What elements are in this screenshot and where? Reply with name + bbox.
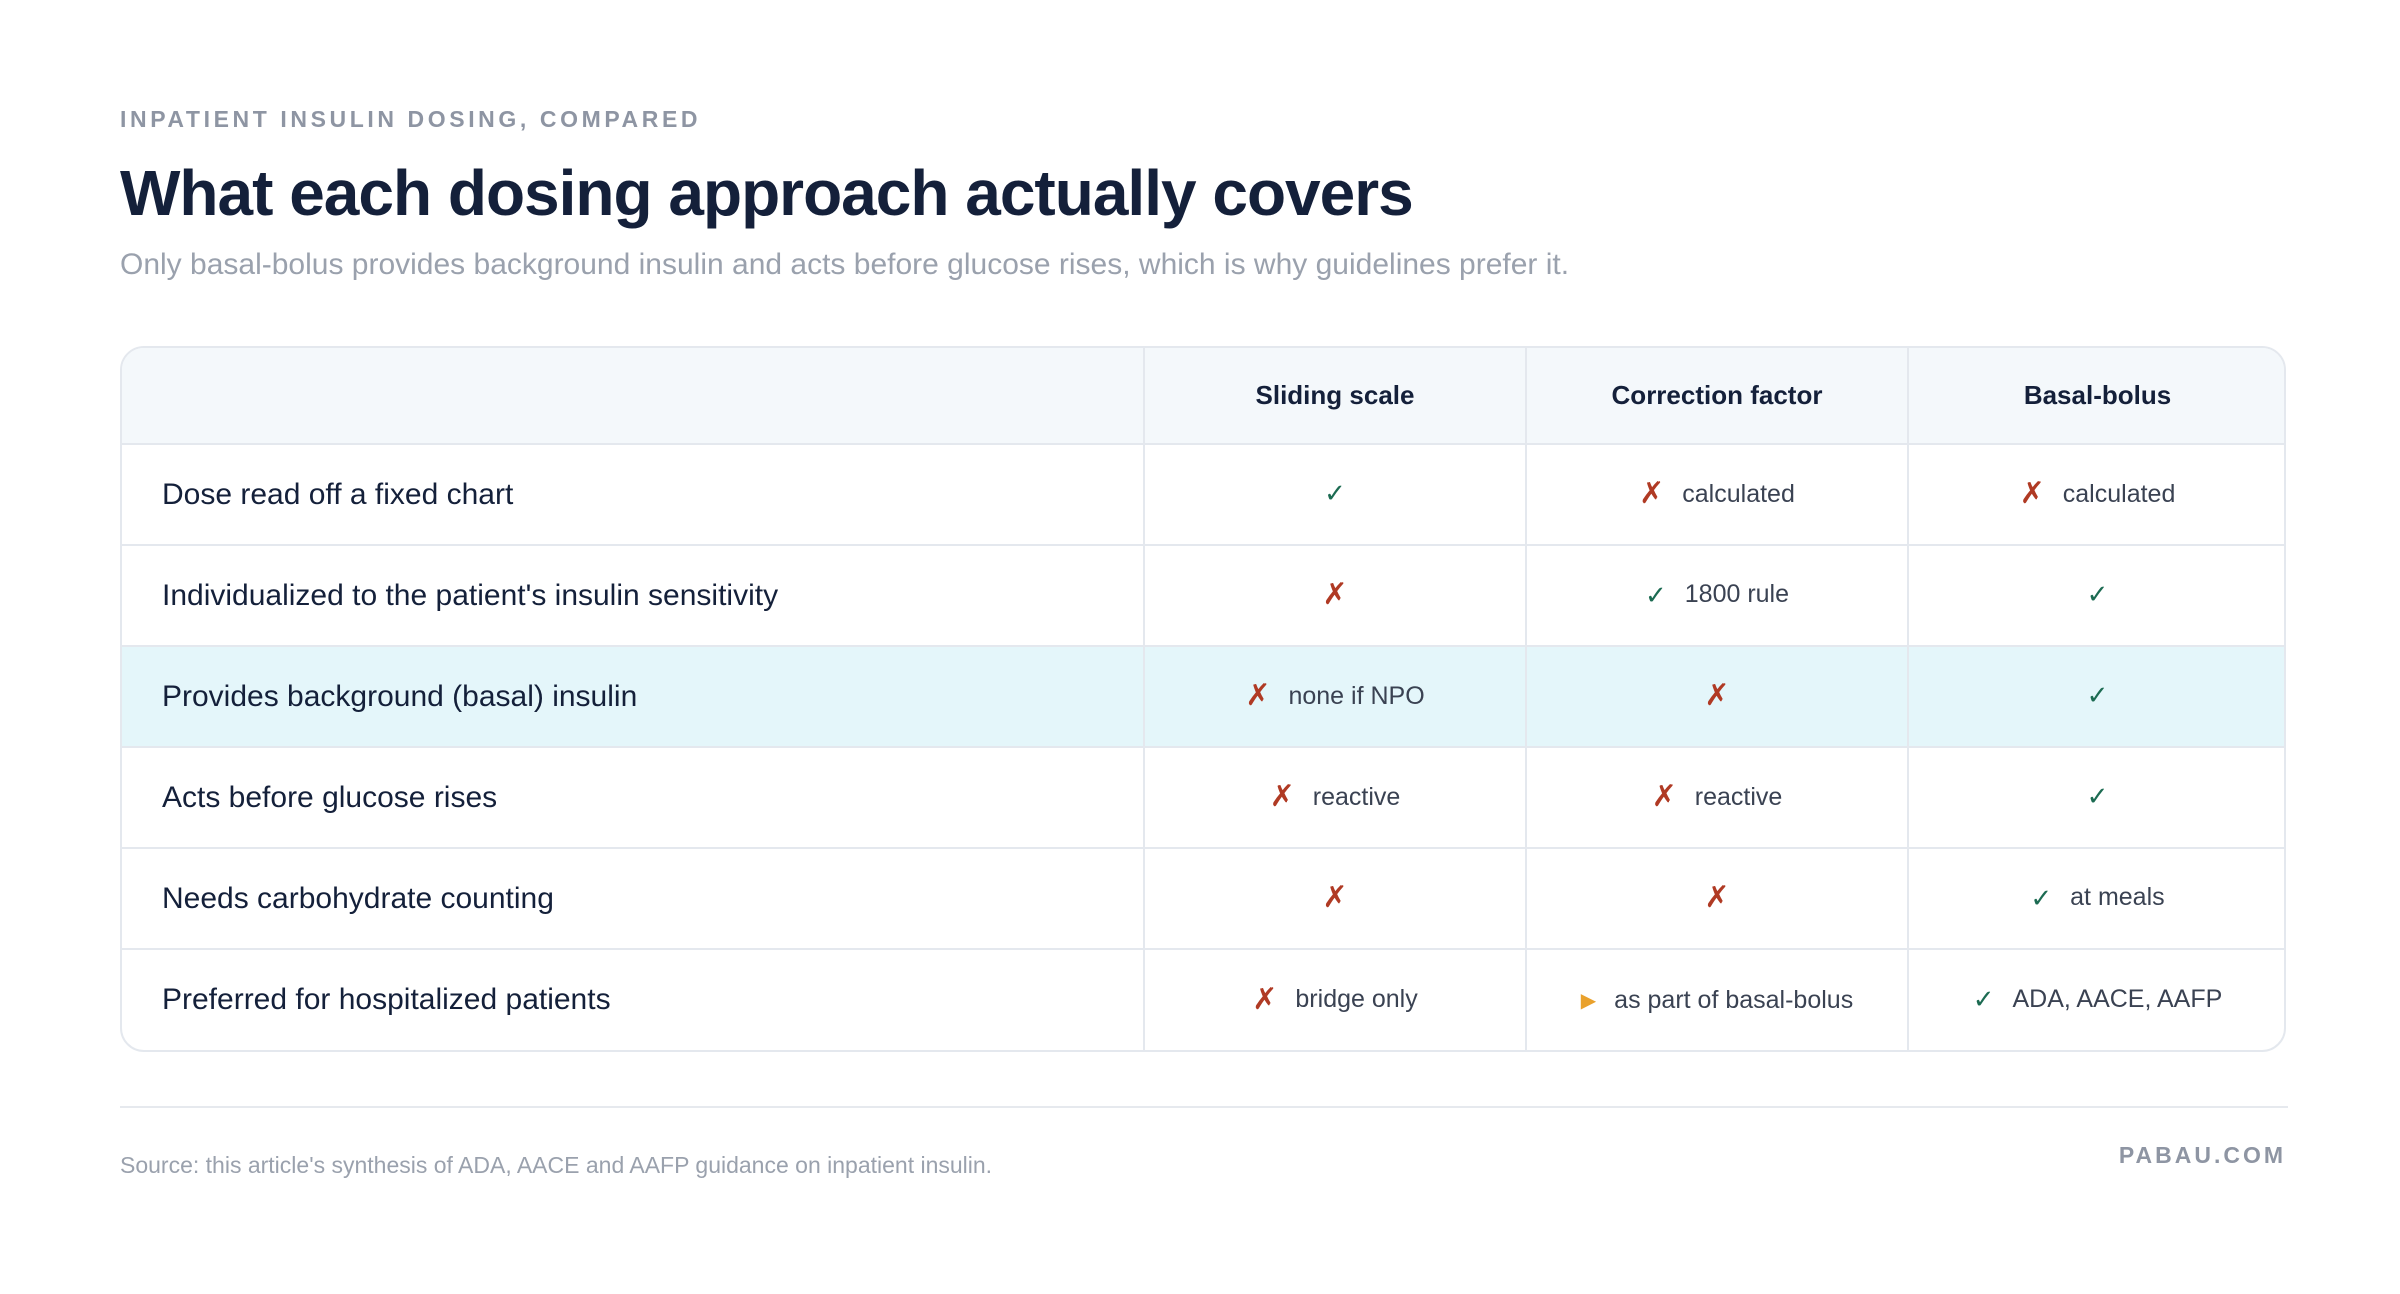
cell-content: ✓ xyxy=(1324,480,1346,506)
cell-basal-bolus: ✓ xyxy=(1907,746,2284,848)
cell-correction-factor: ✗ xyxy=(1525,847,1908,949)
row-label: Dose read off a fixed chart xyxy=(162,477,514,511)
cell-content: ✗ bridge only xyxy=(1252,982,1418,1016)
page-subtitle: Only basal-bolus provides background ins… xyxy=(120,248,1570,281)
cell-sliding-scale: ✗ reactive xyxy=(1143,746,1526,848)
check-icon: ✓ xyxy=(1324,478,1346,508)
cell-sliding-scale: ✗ xyxy=(1143,544,1526,646)
check-icon: ✓ xyxy=(1972,984,1995,1015)
cell-note: calculated xyxy=(2062,479,2176,508)
cell-correction-factor: ✓ 1800 rule xyxy=(1525,544,1908,646)
cross-icon: ✗ xyxy=(1704,881,1730,914)
cross-icon: ✗ xyxy=(1704,679,1730,712)
check-icon: ✓ xyxy=(2086,680,2109,710)
table-row: Provides background (basal) insulin ✗ none… xyxy=(122,645,2284,747)
table-body: Dose read off a fixed chart ✓ ✗ calculated ✗… xyxy=(122,444,2284,1050)
cell-note: as part of basal-bolus xyxy=(1614,986,1854,1015)
cell-note: bridge only xyxy=(1295,985,1418,1013)
cell-correction-factor: ▶ as part of basal-bolus xyxy=(1525,948,1908,1050)
brand-logo: PABAU.COM xyxy=(2118,1142,2286,1168)
cell-content: ▶ as part of basal-bolus xyxy=(1581,986,1853,1015)
table-row: Needs carbohydrate counting ✗ ✗ ✓ at meals xyxy=(122,847,2284,949)
table-header-row: Sliding scale Correction factor Basal-bo… xyxy=(122,348,2284,445)
cell-sliding-scale: ✗ none if NPO xyxy=(1143,645,1526,747)
eyebrow: INPATIENT INSULIN DOSING, COMPARED xyxy=(120,106,702,132)
cell-content: ✗ reactive xyxy=(1270,782,1401,812)
cell-basal-bolus: ✓ xyxy=(1907,544,2284,646)
check-icon: ✓ xyxy=(1644,579,1667,610)
cross-icon: ✗ xyxy=(2019,477,2045,510)
cross-icon: ✗ xyxy=(1639,477,1665,510)
cell-note: none if NPO xyxy=(1288,681,1425,710)
cell-content: ✓ ADA, AACE, AAFP xyxy=(1973,985,2223,1014)
cell-basal-bolus: ✓ xyxy=(1907,645,2284,747)
cell-content: ✓ xyxy=(2087,581,2109,607)
check-icon: ✓ xyxy=(2030,882,2053,913)
cell-note: ADA, AACE, AAFP xyxy=(2012,984,2223,1013)
cell-correction-factor: ✗ calculated xyxy=(1525,444,1908,545)
cell-basal-bolus: ✓ ADA, AACE, AAFP xyxy=(1907,948,2284,1050)
column-header-feature xyxy=(122,348,1144,445)
column-header-sliding-scale: Sliding scale xyxy=(1143,348,1526,445)
cell-content: ✗ xyxy=(1322,883,1347,913)
cell-note: reactive xyxy=(1694,782,1783,811)
cell-content: ✓ xyxy=(2087,783,2109,809)
cell-sliding-scale: ✓ xyxy=(1143,444,1526,545)
table-row: Individualized to the patient's insulin … xyxy=(122,544,2284,646)
cell-content: ✗ calculated xyxy=(2020,479,2176,509)
cell-content: ✗ reactive xyxy=(1652,782,1783,812)
cross-icon: ✗ xyxy=(1322,881,1348,914)
cell-correction-factor: ✗ xyxy=(1525,645,1908,747)
cross-icon: ✗ xyxy=(1651,780,1677,813)
cross-icon: ✗ xyxy=(1322,578,1348,611)
cell-content: ✗ none if NPO xyxy=(1245,681,1424,711)
row-label: Preferred for hospitalized patients xyxy=(122,948,1144,1050)
table-row: Acts before glucose rises ✗ reactive ✗ react… xyxy=(122,746,2284,848)
cell-basal-bolus: ✓ at meals xyxy=(1907,847,2284,949)
cell-note: 1800 rule xyxy=(1684,580,1790,609)
page-title: What each dosing approach actually cover… xyxy=(120,157,1414,229)
source-note: Source: this article's synthesis of ADA,… xyxy=(120,1152,993,1178)
cell-note: calculated xyxy=(1682,479,1795,508)
page: INPATIENT INSULIN DOSING, COMPARED What … xyxy=(120,0,2288,1294)
cell-sliding-scale: ✗ bridge only xyxy=(1143,948,1526,1050)
cross-icon: ✗ xyxy=(1252,982,1278,1016)
table-row: Preferred for hospitalized patients ✗ brid… xyxy=(122,948,2284,1050)
row-label: Acts before glucose rises xyxy=(122,746,1144,848)
row-label: Needs carbohydrate counting xyxy=(122,847,1144,949)
row-label: Individualized to the patient's insulin … xyxy=(122,544,1144,646)
cell-content: ✓ at meals xyxy=(2030,883,2164,912)
cell-content: ✗ xyxy=(1704,681,1729,711)
row-label: Provides background (basal) insulin xyxy=(122,645,1144,747)
cell-basal-bolus: ✗ calculated xyxy=(1907,444,2284,545)
cell-sliding-scale: ✗ xyxy=(1143,847,1526,949)
cross-icon: ✗ xyxy=(1269,780,1295,813)
cross-icon: ✗ xyxy=(1245,679,1271,712)
cell-note: at meals xyxy=(2070,883,2165,912)
footer-divider xyxy=(120,1106,2288,1108)
table-row: Dose read off a fixed chart ✓ ✗ calculated ✗… xyxy=(122,444,2284,545)
check-icon: ✓ xyxy=(2086,579,2109,609)
comparison-table: Sliding scale Correction factor Basal-bo… xyxy=(120,346,2286,1052)
cell-content: ✗ calculated xyxy=(1639,479,1795,509)
cell-content: ✓ xyxy=(2087,682,2109,708)
column-header-basal-bolus: Basal-bolus xyxy=(1907,348,2284,445)
cell-content: ✗ xyxy=(1704,883,1729,913)
column-header-correction-factor: Correction factor xyxy=(1525,348,1908,445)
cell-correction-factor: ✗ reactive xyxy=(1525,746,1908,848)
triangle-right-icon: ▶ xyxy=(1580,989,1597,1012)
cell-note: reactive xyxy=(1312,782,1401,811)
cell-content: ✓ 1800 rule xyxy=(1645,580,1789,609)
check-icon: ✓ xyxy=(2086,781,2109,811)
cell-content: ✗ xyxy=(1322,580,1347,610)
